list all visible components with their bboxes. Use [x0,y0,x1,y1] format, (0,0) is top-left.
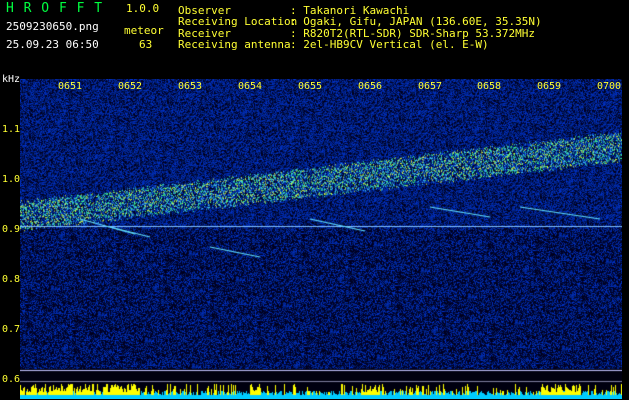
time-tick-0655: 0655 [298,81,323,92]
app-version: 1.0.0 [126,2,160,15]
time-tick-0653: 0653 [178,81,203,92]
freq-tick-0-6: 0.6 [2,374,21,385]
frequency-unit-label: kHz [2,74,21,85]
meteor-count: 63 [139,38,153,51]
filename: 2509230650.png [6,20,99,33]
freq-tick-0-8: 0.8 [2,274,21,285]
antenna-label: Receiving antenna [178,38,291,51]
meteor-label: meteor [124,24,164,37]
spectrogram [20,79,622,399]
time-tick-0658: 0658 [477,81,502,92]
time-tick-0654: 0654 [238,81,263,92]
freq-tick-1-0: 1.0 [2,174,21,185]
freq-tick-1-1: 1.1 [2,124,21,135]
antenna-value: : 2el-HB9CV Vertical (el. E-W) [290,38,489,51]
time-tick-0652: 0652 [118,81,143,92]
freq-tick-0-9: 0.9 [2,224,21,235]
time-tick-0700: 0700 [597,81,622,92]
time-tick-0657: 0657 [418,81,443,92]
datetime: 25.09.23 06:50 [6,38,99,51]
time-tick-0656: 0656 [358,81,383,92]
app-name: H R O F F T [6,1,104,16]
time-tick-0651: 0651 [58,81,83,92]
time-tick-0659: 0659 [537,81,562,92]
freq-tick-0-7: 0.7 [2,324,21,335]
